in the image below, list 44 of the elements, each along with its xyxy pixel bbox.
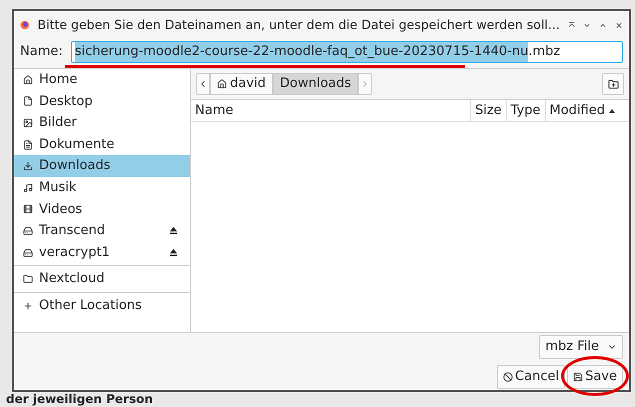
- sidebar-item[interactable]: Dokumente: [14, 134, 190, 156]
- sidebar-item[interactable]: Musik: [14, 176, 190, 199]
- annotation-ellipse: [561, 356, 629, 396]
- sidebar-item[interactable]: Bilder: [14, 112, 190, 134]
- sidebar-item[interactable]: Videos: [14, 198, 190, 220]
- cancel-button[interactable]: Cancel: [497, 364, 566, 388]
- name-label: Name:: [20, 43, 63, 62]
- sidebar-item[interactable]: Transcend: [14, 220, 190, 242]
- eject-icon[interactable]: [169, 248, 178, 258]
- sidebar-item[interactable]: Downloads: [14, 155, 190, 177]
- film-icon: [23, 204, 33, 214]
- selected-filename-text: sicherung-moodle2-course-22-moodle-faq_ot_bue-20230715-1440-nu: [74, 42, 528, 62]
- document-icon: [23, 140, 33, 150]
- path-segment-button[interactable]: Downloads: [272, 73, 358, 95]
- folder-icon: [23, 274, 33, 284]
- column-header[interactable]: Type: [506, 100, 545, 121]
- cancel-icon: [503, 372, 514, 382]
- filename-extension-text: .mbz: [528, 43, 560, 62]
- save-icon: [573, 372, 584, 382]
- sidebar-item[interactable]: Other Locations: [14, 294, 190, 317]
- new-folder-button[interactable]: [602, 73, 624, 95]
- eject-icon[interactable]: [169, 226, 178, 236]
- file-icon: [23, 96, 33, 106]
- sidebar-item[interactable]: veracrypt1: [14, 242, 190, 264]
- save-button[interactable]: Save: [567, 364, 623, 388]
- sidebar-item[interactable]: Desktop: [14, 90, 190, 112]
- file-type-dropdown[interactable]: mbz File: [539, 334, 623, 358]
- download-icon: [23, 161, 33, 172]
- sidebar-item[interactable]: Nextcloud: [14, 268, 190, 290]
- image-icon: [23, 118, 33, 128]
- path-segment-button[interactable]: david: [210, 73, 273, 95]
- new-folder-icon: [608, 78, 618, 90]
- background-page-text: der jeweiligen Person: [6, 392, 153, 406]
- window-title: Bitte geben Sie den Dateinamen an, unter dem die Datei gespeichert werden soll...: [38, 16, 560, 34]
- filename-field[interactable]: sicherung-moodle2-course-22-moodle-faq_ot_bue-20230715-1440-nu.mbz: [70, 41, 623, 63]
- column-header[interactable]: Size: [470, 100, 506, 121]
- sidebar-item[interactable]: Home: [14, 69, 190, 91]
- home-icon: [23, 74, 33, 85]
- column-header[interactable]: Name: [191, 100, 470, 121]
- music-icon: [23, 182, 33, 193]
- drive-icon: [23, 226, 33, 236]
- plus-icon: [23, 300, 33, 311]
- drive-icon: [23, 248, 33, 258]
- column-header[interactable]: Modified: [544, 100, 629, 121]
